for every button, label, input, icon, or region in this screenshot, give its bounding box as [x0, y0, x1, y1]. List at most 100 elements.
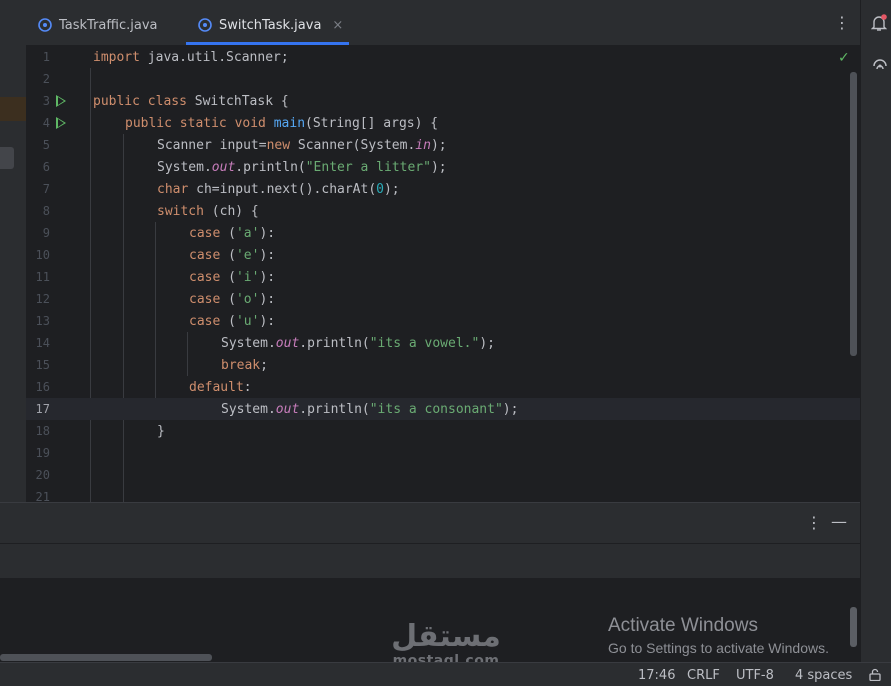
code-line[interactable]: 11 case ('i'): — [26, 266, 860, 288]
code-line[interactable]: 18 } — [26, 420, 860, 442]
status-indent[interactable]: 4 spaces — [795, 668, 852, 683]
code-text: ): — [259, 225, 276, 241]
more-vertical-icon[interactable]: ⋮ — [806, 513, 822, 532]
code-line[interactable]: 15 break; — [26, 354, 860, 376]
ai-assistant-icon[interactable] — [872, 57, 888, 73]
more-vertical-icon[interactable]: ⋮ — [834, 13, 850, 32]
keyword: case — [189, 269, 221, 285]
code-line[interactable]: 3 public class SwitchTask { — [26, 90, 860, 112]
code-text: .println( — [299, 401, 370, 417]
code-line[interactable]: 10 case ('e'): — [26, 244, 860, 266]
code-text: Scanner input= — [157, 137, 267, 153]
lock-icon[interactable] — [869, 668, 881, 681]
code-text: .println( — [299, 335, 370, 351]
code-line[interactable]: 4 public static void main(String[] args)… — [26, 112, 860, 134]
tab-switchtask[interactable]: SwitchTask.java × — [198, 10, 343, 40]
code-text: ( — [220, 247, 236, 263]
code-text: ch=input.next().charAt( — [188, 181, 377, 197]
code-line[interactable]: 8 switch (ch) { — [26, 200, 860, 222]
left-strip-handle[interactable] — [0, 147, 14, 169]
code-editor[interactable]: ✓ 1 import java.util.Scanner; 2 3 public… — [26, 46, 860, 502]
line-number: 5 — [42, 138, 50, 152]
line-number: 3 — [42, 94, 50, 108]
code-text: ( — [220, 269, 236, 285]
code-line[interactable]: 6 System.out.println("Enter a litter"); — [26, 156, 860, 178]
status-line-separator[interactable]: CRLF — [687, 668, 720, 683]
right-tool-strip — [860, 0, 891, 662]
code-line[interactable]: 12 case ('o'): — [26, 288, 860, 310]
tab-tasktraffic[interactable]: TaskTraffic.java — [38, 10, 157, 40]
activate-subtitle: Go to Settings to activate Windows. — [608, 640, 829, 656]
line-number: 1 — [42, 50, 50, 64]
char-literal: 'a' — [235, 225, 260, 241]
line-number: 13 — [35, 314, 50, 328]
code-line[interactable]: 19 — [26, 442, 860, 464]
keyword: public class — [93, 93, 187, 109]
status-bar: 17:46 CRLF UTF-8 4 spaces — [0, 662, 891, 686]
code-line[interactable]: 20 — [26, 464, 860, 486]
code-line[interactable]: 5 Scanner input=new Scanner(System.in); — [26, 134, 860, 156]
keyword: switch — [157, 203, 204, 219]
static-field: in — [415, 137, 431, 153]
string-literal: "its a vowel." — [369, 335, 480, 351]
line-number: 6 — [42, 160, 50, 174]
code-line[interactable]: 14 System.out.println("its a vowel."); — [26, 332, 860, 354]
keyword: new — [266, 137, 291, 153]
code-text: ( — [220, 225, 236, 241]
code-text: ): — [259, 269, 276, 285]
line-number: 14 — [35, 336, 50, 350]
close-icon[interactable]: × — [332, 18, 343, 33]
status-caret-position[interactable]: 17:46 — [638, 668, 675, 683]
run-gutter-icon[interactable] — [56, 117, 66, 129]
line-number: 12 — [35, 292, 50, 306]
run-gutter-icon[interactable] — [56, 95, 66, 107]
active-tab-indicator — [186, 42, 349, 45]
keyword: case — [189, 291, 221, 307]
line-number: 7 — [42, 182, 50, 196]
status-encoding[interactable]: UTF-8 — [736, 668, 774, 683]
code-line[interactable]: 21 — [26, 486, 860, 502]
left-gutter-strip — [0, 0, 26, 502]
panel-horizontal-scrollbar[interactable] — [0, 654, 212, 661]
code-text: System. — [221, 401, 276, 417]
keyword: import — [93, 49, 140, 65]
editor-tab-bar: TaskTraffic.java SwitchTask.java × ⋮ — [26, 0, 860, 46]
panel-vertical-scrollbar[interactable] — [850, 607, 857, 647]
code-text: ); — [479, 335, 495, 351]
keyword: char — [157, 181, 189, 197]
tab-label: SwitchTask.java — [219, 17, 322, 33]
keyword: default — [189, 379, 244, 395]
line-number: 20 — [35, 468, 50, 482]
code-line[interactable]: 9 case ('a'): — [26, 222, 860, 244]
code-line[interactable]: 7 char ch=input.next().charAt(0); — [26, 178, 860, 200]
method-name: main — [273, 115, 306, 131]
panel-header: ⋮ — — [0, 503, 860, 544]
java-class-icon — [198, 18, 212, 32]
code-text: } — [157, 423, 165, 439]
line-number: 9 — [42, 226, 50, 240]
notifications-icon[interactable] — [871, 14, 887, 32]
left-strip-marker — [0, 97, 26, 121]
code-text: ); — [430, 137, 447, 153]
char-literal: 'i' — [235, 269, 260, 285]
code-line-current[interactable]: 17 System.out.println("its a consonant")… — [26, 398, 860, 420]
code-text: ); — [383, 181, 400, 197]
code-text: : — [243, 379, 252, 395]
code-text: .println( — [235, 159, 306, 175]
code-line[interactable]: 13 case ('u'): — [26, 310, 860, 332]
tab-label: TaskTraffic.java — [59, 17, 158, 33]
code-line[interactable]: 16 default: — [26, 376, 860, 398]
line-number: 15 — [35, 358, 50, 372]
code-line[interactable]: 2 — [26, 68, 860, 90]
code-text: ); — [430, 159, 447, 175]
code-line[interactable]: 1 import java.util.Scanner; — [26, 46, 860, 68]
code-text: ): — [259, 291, 276, 307]
line-number: 10 — [35, 248, 50, 262]
code-text: java.util.Scanner; — [139, 49, 289, 65]
code-text: System. — [221, 335, 276, 351]
line-number: 16 — [35, 380, 50, 394]
minimize-icon[interactable]: — — [831, 512, 847, 531]
watermark-arabic: مستقل — [391, 619, 501, 654]
code-text: (String[] args) { — [305, 115, 439, 131]
activate-windows-overlay: Activate Windows Go to Settings to activ… — [608, 615, 829, 656]
